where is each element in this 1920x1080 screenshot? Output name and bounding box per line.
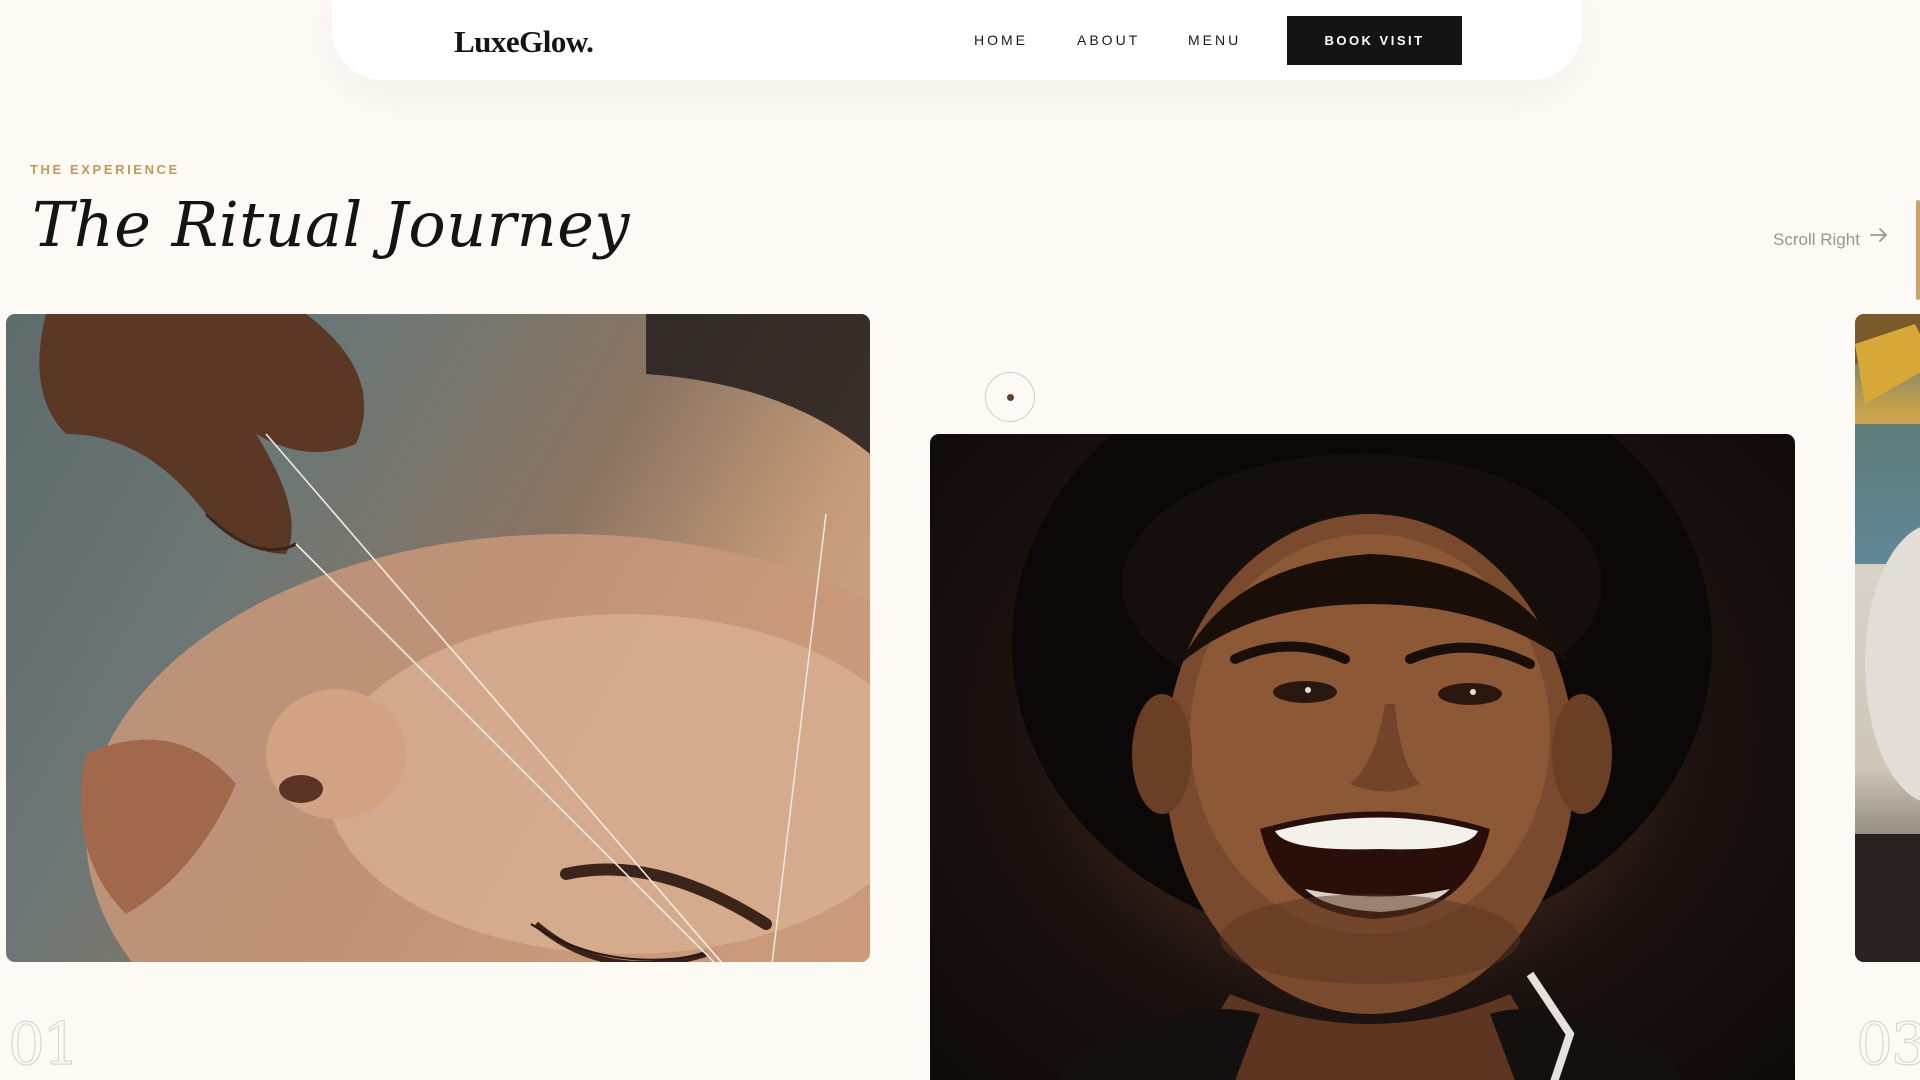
section-eyebrow: THE EXPERIENCE xyxy=(30,162,180,177)
book-visit-button[interactable]: BOOK VISIT xyxy=(1287,16,1462,65)
experience-card-2[interactable] xyxy=(930,434,1795,1080)
experience-card-1[interactable] xyxy=(6,314,870,962)
card-number-3: 03 xyxy=(1856,1010,1920,1079)
nav-link-home[interactable]: HOME xyxy=(974,32,1028,48)
nav-link-about[interactable]: ABOUT xyxy=(1077,32,1140,48)
smiling-man-in-hat-photo xyxy=(1012,434,1712,1080)
eyebrow-threading-photo xyxy=(39,314,870,962)
nav-link-menu[interactable]: MENU xyxy=(1188,32,1241,48)
scroll-right-label: Scroll Right xyxy=(1773,230,1860,249)
scroll-progress-indicator[interactable] xyxy=(1916,200,1920,300)
scroll-right-hint[interactable]: Scroll Right xyxy=(1773,228,1888,250)
section-title: The Ritual Journey xyxy=(32,188,630,261)
salon-interior-photo xyxy=(1855,314,1920,962)
experience-card-3[interactable] xyxy=(1855,314,1920,962)
top-navigation: LuxeGlow. HOME ABOUT MENU BOOK VISIT xyxy=(332,0,1582,80)
card-number-1: 01 xyxy=(8,1010,81,1079)
page: LuxeGlow. HOME ABOUT MENU BOOK VISIT THE… xyxy=(0,0,1920,1080)
arrow-right-icon xyxy=(1870,228,1887,242)
timeline-marker[interactable] xyxy=(985,372,1035,422)
logo[interactable]: LuxeGlow. xyxy=(454,24,594,60)
